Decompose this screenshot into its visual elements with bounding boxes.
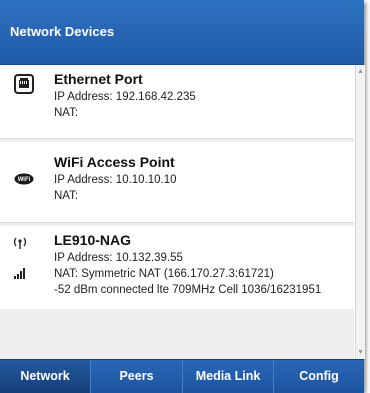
device-list: Ethernet Port IP Address: 192.168.42.235… <box>0 65 354 359</box>
device-nat: NAT: <box>54 107 79 119</box>
tab-media-link[interactable]: Media Link <box>183 360 274 393</box>
page-title: Network Devices <box>10 24 115 39</box>
app-window: Network Devices Ethernet Port IP Address… <box>0 0 365 393</box>
svg-text:WiFi: WiFi <box>18 177 31 183</box>
device-ip: IP Address: 192.168.42.235 <box>54 91 196 103</box>
device-ip: IP Address: 10.132.39.55 <box>54 252 183 264</box>
device-ip: IP Address: 10.10.10.10 <box>54 174 177 186</box>
ethernet-port-icon <box>14 74 34 99</box>
signal-strength-icon <box>14 266 28 284</box>
scroll-down-icon[interactable]: ▼ <box>356 348 365 357</box>
tab-config[interactable]: Config <box>274 360 364 393</box>
scroll-up-icon[interactable]: ▲ <box>356 67 365 76</box>
list-item[interactable]: LE910-NAG IP Address: 10.132.39.55 NAT: … <box>0 226 354 309</box>
device-name: WiFi Access Point <box>54 154 175 170</box>
list-item[interactable]: WiFi WiFi Access Point IP Address: 10.10… <box>0 142 354 223</box>
tab-bar: Network Peers Media Link Config <box>0 359 364 393</box>
device-name: LE910-NAG <box>54 232 132 248</box>
list-item[interactable]: Ethernet Port IP Address: 192.168.42.235… <box>0 65 354 139</box>
device-nat: NAT: <box>54 190 79 202</box>
cellular-antenna-icon <box>12 236 28 255</box>
tab-peers[interactable]: Peers <box>91 360 183 393</box>
title-bar: Network Devices <box>0 0 364 65</box>
device-name: Ethernet Port <box>54 71 143 87</box>
wifi-icon: WiFi <box>14 172 34 190</box>
device-signal-status: -52 dBm connected lte 709MHz Cell 1036/1… <box>54 284 322 296</box>
tab-network[interactable]: Network <box>0 360 91 393</box>
scrollbar[interactable]: ▲ ▼ <box>355 65 365 359</box>
device-nat: NAT: Symmetric NAT (166.170.27.3:61721) <box>54 268 274 280</box>
